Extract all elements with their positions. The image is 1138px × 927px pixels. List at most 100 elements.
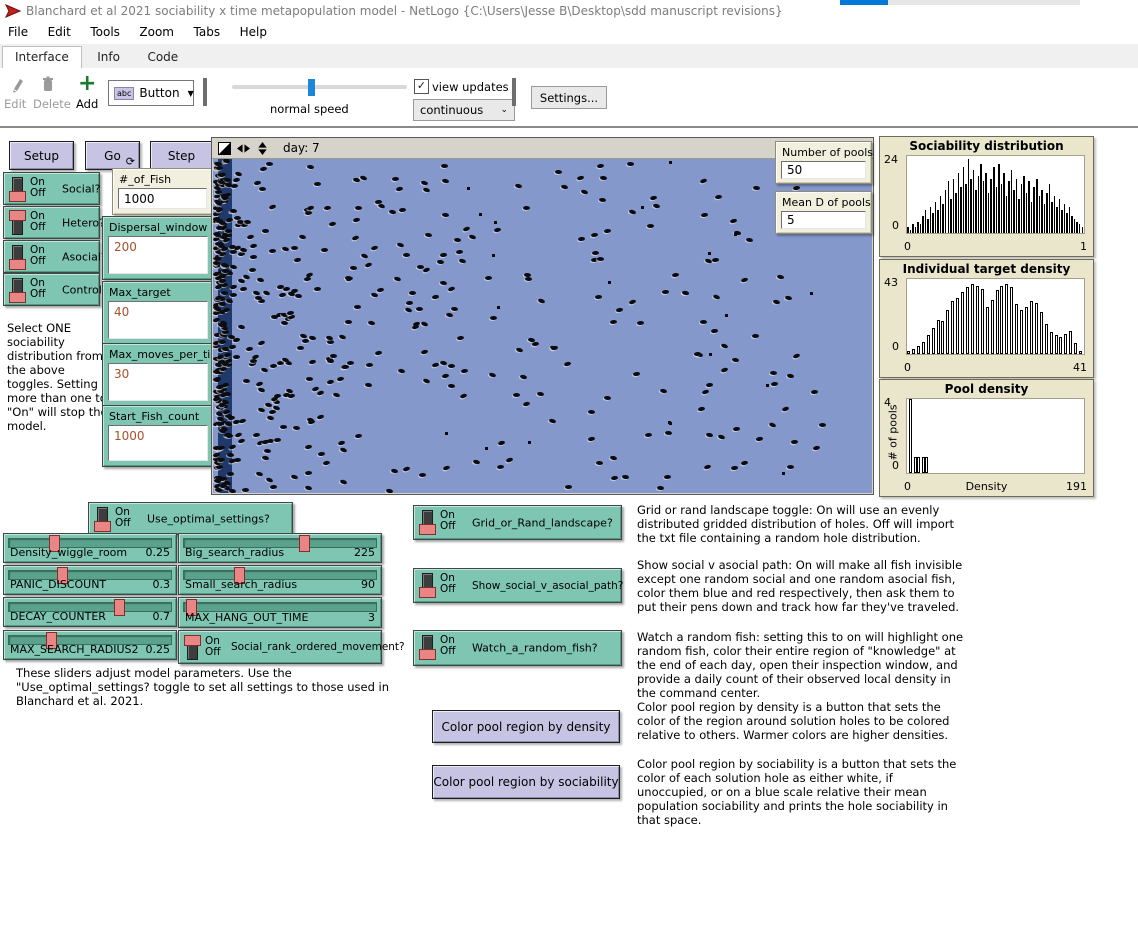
switch-knob[interactable]	[94, 521, 111, 532]
plot-canvas	[906, 278, 1085, 355]
switch-onoff-labels: OnOff	[30, 177, 46, 199]
switch-knob[interactable]	[9, 210, 26, 221]
plot-pool-density: Pool density # of pools 4 0 0 Density 19…	[879, 379, 1094, 497]
menu-file[interactable]: File	[0, 22, 36, 42]
menu-tools[interactable]: Tools	[82, 22, 128, 42]
color-pool-region-by-density-button[interactable]: Color pool region by density	[432, 710, 620, 743]
slider-small-search-radius[interactable]: Small_search_radius 90	[178, 565, 382, 595]
menu-edit[interactable]: Edit	[40, 22, 79, 42]
world-canvas[interactable]	[213, 159, 872, 493]
sliders-note: These sliders adjust model parameters. U…	[16, 666, 398, 708]
switch-grid-or-rand-landscape[interactable]: OnOff Grid_or_Rand_landscape?	[413, 505, 622, 540]
switch-knob[interactable]	[9, 292, 26, 303]
switch-onoff-labels: OnOff	[205, 636, 221, 658]
menu-tabs[interactable]: Tabs	[186, 22, 229, 42]
switch-hetero[interactable]: OnOff Hetero?	[3, 206, 100, 239]
monitor-label: Mean D of pools	[782, 196, 871, 209]
switch-watch-a-random-fish[interactable]: OnOff Watch_a_random_fish?	[413, 630, 622, 666]
input-max-target[interactable]: Max_target 40	[102, 281, 214, 345]
tab-info[interactable]: Info	[85, 47, 132, 70]
add-plus-icon[interactable]: +	[78, 71, 96, 96]
step-button[interactable]: Step	[150, 141, 213, 170]
switch-track	[12, 278, 23, 302]
switch-social[interactable]: OnOff Social?	[3, 172, 100, 205]
forever-icon: ⟳	[126, 155, 135, 168]
switch-knob[interactable]	[419, 587, 436, 598]
input-label: Max_moves_per_tick	[109, 348, 223, 361]
plot-canvas	[906, 398, 1085, 474]
input-field[interactable]: 1000	[118, 188, 207, 209]
setup-button[interactable]: Setup	[9, 141, 74, 170]
color-density-description: Color pool region by density is a button…	[637, 700, 965, 742]
slider-big-search-radius[interactable]: Big_search_radius 225	[178, 533, 382, 563]
plot-canvas	[906, 155, 1085, 234]
switch-onoff-labels: OnOff	[115, 507, 131, 529]
edit-tool-label[interactable]: Edit	[4, 97, 26, 111]
widget-type-dropdown[interactable]: abc Button ▼	[108, 80, 194, 106]
switch-knob[interactable]	[419, 524, 436, 535]
switch-knob[interactable]	[184, 635, 201, 646]
toggles-note: Select ONE sociability distribution from…	[7, 321, 109, 433]
input-field[interactable]: 200	[108, 236, 208, 274]
view-updates-checkbox[interactable]: ✓	[414, 79, 429, 94]
resize-view-icon[interactable]	[218, 142, 231, 155]
switch-label: Watch_a_random_fish?	[472, 642, 598, 655]
switch-knob[interactable]	[419, 649, 436, 660]
switch-knob[interactable]	[9, 191, 26, 202]
switch-knob[interactable]	[9, 259, 26, 270]
x-axis-max-tick: 41	[1073, 361, 1087, 374]
switch-asocial[interactable]: OnOff Asocial?	[3, 240, 100, 273]
slider-max-hang-out-time[interactable]: MAX_HANG_OUT_TIME 3	[178, 597, 382, 628]
input-start-fish[interactable]: Start_Fish_count 1000	[102, 405, 214, 467]
tab-bar: Interface Info Code	[0, 44, 1138, 69]
world-width-icon[interactable]	[237, 142, 250, 155]
switch-show-social-v-asocial-path[interactable]: OnOff Show_social_v_asocial_path?	[413, 568, 622, 603]
input-field[interactable]: 40	[108, 301, 208, 339]
x-axis-min-tick: 0	[904, 240, 911, 253]
input-dispersal-window[interactable]: Dispersal_window 200	[102, 216, 214, 280]
color-pool-region-by-sociability-button[interactable]: Color pool region by sociability	[432, 765, 620, 799]
menu-help[interactable]: Help	[232, 22, 275, 42]
y-axis-min-tick: 0	[892, 459, 899, 472]
input-field[interactable]: 30	[108, 363, 208, 401]
slider-knob[interactable]	[299, 535, 310, 552]
update-mode-value: continuous	[420, 103, 483, 117]
go-button[interactable]: Go ⟳	[85, 141, 140, 170]
speed-slider-knob[interactable]	[308, 79, 315, 96]
slider-decay-counter[interactable]: DECAY_COUNTER 0.7	[3, 597, 177, 627]
delete-trash-icon[interactable]	[41, 76, 55, 93]
speed-slider-track[interactable]	[232, 85, 407, 89]
slider-value: 225	[354, 546, 375, 559]
edit-pencil-icon[interactable]	[10, 77, 24, 93]
input-max-moves[interactable]: Max_moves_per_tick 30	[102, 343, 214, 407]
slider-panic-discount[interactable]: PANIC_DISCOUNT 0.3	[3, 565, 177, 595]
tab-code[interactable]: Code	[135, 47, 190, 70]
menu-zoom[interactable]: Zoom	[131, 22, 182, 42]
input-field[interactable]: 1000	[108, 425, 208, 461]
switch-social-rank-ordered-movement[interactable]: OnOff Social_rank_ordered_movement?	[178, 630, 382, 664]
switch-label: Social?	[62, 182, 100, 195]
switch-track	[422, 573, 433, 597]
delete-tool-label[interactable]: Delete	[33, 97, 71, 111]
slider-knob[interactable]	[114, 599, 125, 616]
input-num-fish[interactable]: #_of_Fish 1000	[112, 168, 213, 215]
switch-control[interactable]: OnOff Control?	[3, 273, 100, 306]
slider-max-search-radius2[interactable]: MAX_SEARCH_RADIUS2 0.25	[3, 630, 177, 660]
slider-value: 90	[361, 578, 375, 591]
switch-track	[422, 635, 433, 659]
monitor-value-field: 5	[781, 211, 866, 229]
color-sociability-description: Color pool region by sociability is a bu…	[637, 757, 965, 827]
settings-button[interactable]: Settings...	[531, 86, 607, 109]
world-height-icon[interactable]	[256, 142, 269, 155]
slider-density-wiggle-room[interactable]: Density_wiggle_room 0.25	[3, 533, 177, 563]
watch-fish-description: Watch a random fish: setting this to on …	[637, 630, 965, 700]
slider-value: 0.7	[153, 610, 171, 623]
plot-title: Individual target density	[880, 262, 1093, 276]
switch-use-optimal-settings[interactable]: OnOff Use_optimal_settings?	[88, 502, 293, 535]
update-mode-dropdown[interactable]: continuous ⌄	[413, 99, 515, 121]
monitor-number-of-pools: Number of pools 50	[775, 141, 872, 184]
slider-label: MAX_HANG_OUT_TIME	[185, 611, 308, 624]
input-value: 40	[114, 305, 129, 319]
add-tool-label[interactable]: Add	[76, 97, 98, 111]
slider-label: Small_search_radius	[185, 578, 297, 591]
